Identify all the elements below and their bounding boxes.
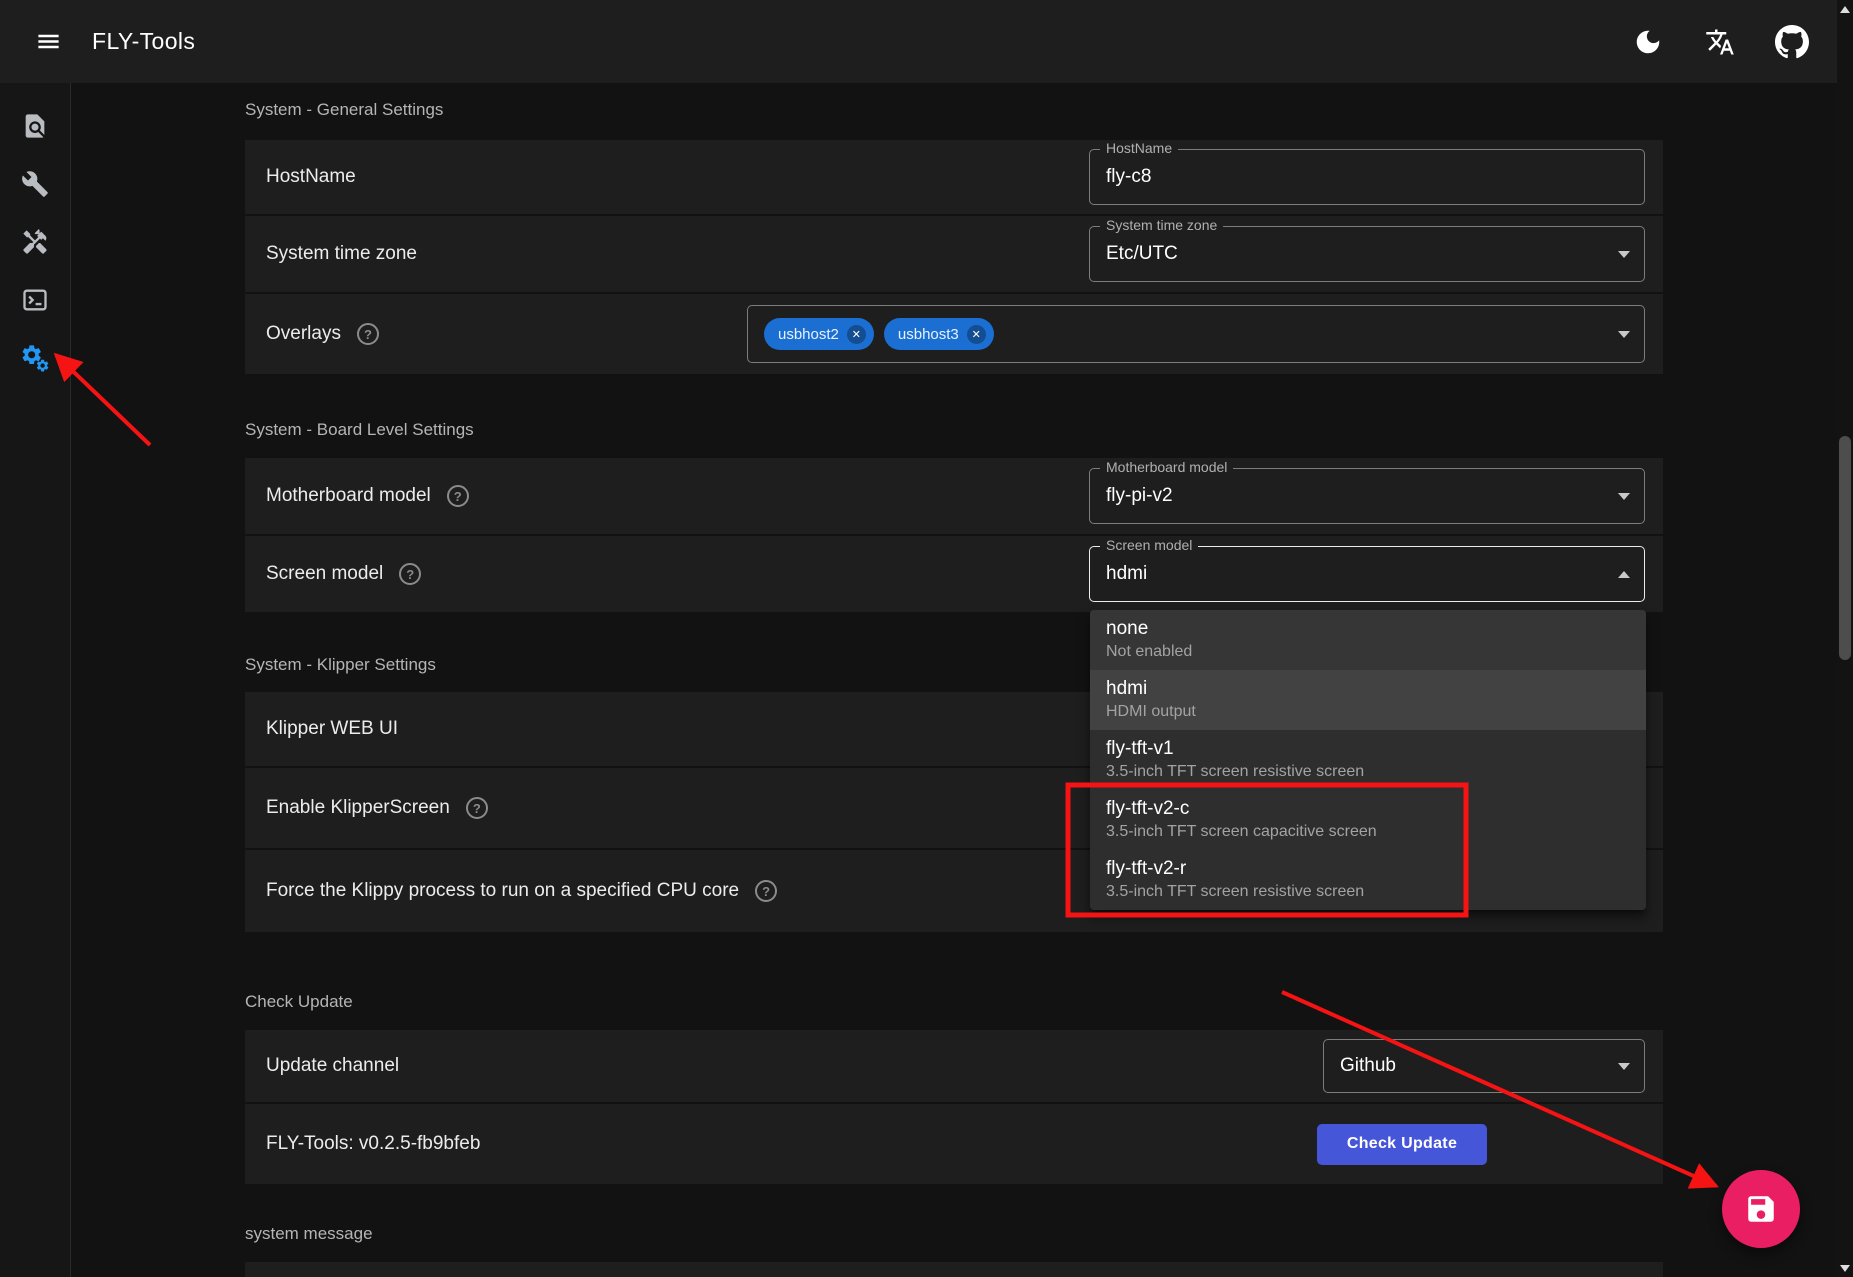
- handyman-tools-icon: [21, 228, 49, 256]
- timezone-label: System time zone: [266, 243, 417, 265]
- menu-item-title: none: [1106, 617, 1630, 641]
- menu-item-title: hdmi: [1106, 677, 1630, 701]
- file-search-icon: [21, 112, 49, 140]
- menu-item-none[interactable]: none Not enabled: [1090, 610, 1646, 670]
- motherboard-field-value: fly-pi-v2: [1106, 485, 1173, 507]
- save-fab-button[interactable]: [1722, 1170, 1800, 1248]
- sidebar-item-system-info[interactable]: [15, 109, 55, 143]
- screen-field-label: Screen model: [1100, 537, 1198, 553]
- chevron-down-icon: [1618, 251, 1630, 258]
- menu-item-fly-tft-v2-c[interactable]: fly-tft-v2-c 3.5-inch TFT screen capacit…: [1090, 790, 1646, 850]
- translate-glyph: [1705, 27, 1735, 57]
- row-hostname: HostName HostName fly-c8: [245, 140, 1663, 214]
- app-title: FLY-Tools: [92, 28, 195, 55]
- chip-close-icon[interactable]: ✕: [847, 325, 866, 344]
- menu-item-title: fly-tft-v2-c: [1106, 797, 1630, 821]
- dark-mode-icon[interactable]: [1627, 21, 1669, 63]
- sidebar-item-services[interactable]: [15, 225, 55, 259]
- chip-label: usbhost3: [898, 326, 959, 343]
- chip-usbhost3[interactable]: usbhost3 ✕: [884, 318, 994, 350]
- sidebar-item-tools[interactable]: [15, 167, 55, 201]
- update-channel-value: Github: [1340, 1055, 1396, 1077]
- scrollbar: [1837, 0, 1853, 1277]
- menu-item-fly-tft-v2-r[interactable]: fly-tft-v2-r 3.5-inch TFT screen resisti…: [1090, 850, 1646, 910]
- scroll-down-icon[interactable]: [1837, 1260, 1853, 1276]
- motherboard-label: Motherboard model: [266, 485, 431, 507]
- hostname-field-label: HostName: [1100, 140, 1178, 156]
- screen-model-menu: none Not enabled hdmi HDMI output fly-tf…: [1090, 610, 1646, 910]
- hostname-field-value: fly-c8: [1106, 166, 1151, 188]
- klipper-web-ui-label: Klipper WEB UI: [266, 718, 398, 740]
- section-title-update: Check Update: [245, 992, 1663, 1012]
- hamburger-glyph: [35, 28, 62, 55]
- chevron-up-icon: [1618, 571, 1630, 578]
- update-channel-label: Update channel: [266, 1055, 399, 1077]
- hostname-input[interactable]: HostName fly-c8: [1089, 149, 1645, 205]
- scroll-up-icon[interactable]: [1837, 1, 1853, 17]
- screen-field-value: hdmi: [1106, 563, 1147, 585]
- chevron-down-icon: [1618, 1063, 1630, 1070]
- sidebar: [0, 83, 71, 1277]
- version-label: FLY-Tools: v0.2.5-fb9bfeb: [266, 1133, 480, 1155]
- help-icon[interactable]: ?: [399, 563, 421, 585]
- terminal-icon: [21, 286, 49, 314]
- row-version: FLY-Tools: v0.2.5-fb9bfeb Check Update: [245, 1104, 1663, 1184]
- help-icon[interactable]: ?: [466, 797, 488, 819]
- appbar-actions: [1627, 21, 1813, 63]
- row-motherboard: Motherboard model ? Motherboard model fl…: [245, 458, 1663, 534]
- translate-icon[interactable]: [1699, 21, 1741, 63]
- screen-model-label: Screen model: [266, 563, 383, 585]
- row-timezone: System time zone System time zone Etc/UT…: [245, 216, 1663, 292]
- sidebar-item-settings-active[interactable]: [15, 341, 55, 375]
- menu-item-subtitle: 3.5-inch TFT screen capacitive screen: [1106, 821, 1630, 843]
- app-bar: FLY-Tools: [0, 0, 1853, 83]
- menu-item-title: fly-tft-v1: [1106, 737, 1630, 761]
- timezone-field-value: Etc/UTC: [1106, 243, 1178, 265]
- timezone-field-label: System time zone: [1100, 217, 1223, 233]
- hostname-label: HostName: [266, 166, 356, 188]
- menu-item-subtitle: 3.5-inch TFT screen resistive screen: [1106, 761, 1630, 783]
- fly-tools-app: FLY-Tools: [0, 0, 1853, 1277]
- section-title-message: system message: [245, 1224, 1663, 1244]
- overlays-label: Overlays: [266, 323, 341, 345]
- section-title-board: System - Board Level Settings: [245, 420, 1663, 440]
- overlays-select[interactable]: usbhost2 ✕ usbhost3 ✕: [747, 305, 1645, 363]
- hamburger-menu-icon[interactable]: [26, 20, 70, 64]
- chip-usbhost2[interactable]: usbhost2 ✕: [764, 318, 874, 350]
- menu-item-title: fly-tft-v2-r: [1106, 857, 1630, 881]
- help-icon[interactable]: ?: [447, 485, 469, 507]
- moon-glyph: [1633, 27, 1663, 57]
- motherboard-field-label: Motherboard model: [1100, 459, 1233, 475]
- wrench-icon: [21, 170, 49, 198]
- help-icon[interactable]: ?: [357, 323, 379, 345]
- row-screen-model: Screen model ? Screen model hdmi: [245, 536, 1663, 612]
- settings-gears-icon: [20, 343, 50, 373]
- chip-label: usbhost2: [778, 326, 839, 343]
- chip-close-icon[interactable]: ✕: [967, 325, 986, 344]
- menu-item-subtitle: Not enabled: [1106, 641, 1630, 663]
- save-icon: [1744, 1192, 1778, 1226]
- menu-item-subtitle: HDMI output: [1106, 701, 1630, 723]
- row-update-channel: Update channel Github: [245, 1030, 1663, 1102]
- screen-model-select[interactable]: Screen model hdmi: [1089, 546, 1645, 602]
- update-channel-select[interactable]: Github: [1323, 1039, 1645, 1093]
- sidebar-item-terminal[interactable]: [15, 283, 55, 317]
- section-title-general: System - General Settings: [245, 100, 1663, 120]
- github-icon[interactable]: [1771, 21, 1813, 63]
- menu-item-subtitle: 3.5-inch TFT screen resistive screen: [1106, 881, 1630, 903]
- help-icon[interactable]: ?: [755, 880, 777, 902]
- timezone-select[interactable]: System time zone Etc/UTC: [1089, 226, 1645, 282]
- check-update-button[interactable]: Check Update: [1317, 1124, 1487, 1165]
- row-partial: [245, 1262, 1663, 1277]
- klipperscreen-label: Enable KlipperScreen: [266, 797, 450, 819]
- chevron-down-icon: [1618, 493, 1630, 500]
- row-overlays: Overlays ? usbhost2 ✕ usbhost3 ✕: [245, 294, 1663, 374]
- menu-item-hdmi[interactable]: hdmi HDMI output: [1090, 670, 1646, 730]
- menu-item-fly-tft-v1[interactable]: fly-tft-v1 3.5-inch TFT screen resistive…: [1090, 730, 1646, 790]
- chevron-down-icon: [1618, 331, 1630, 338]
- klippy-cpu-label: Force the Klippy process to run on a spe…: [266, 880, 739, 902]
- github-glyph: [1775, 25, 1809, 59]
- motherboard-select[interactable]: Motherboard model fly-pi-v2: [1089, 468, 1645, 524]
- scrollbar-thumb[interactable]: [1839, 436, 1851, 660]
